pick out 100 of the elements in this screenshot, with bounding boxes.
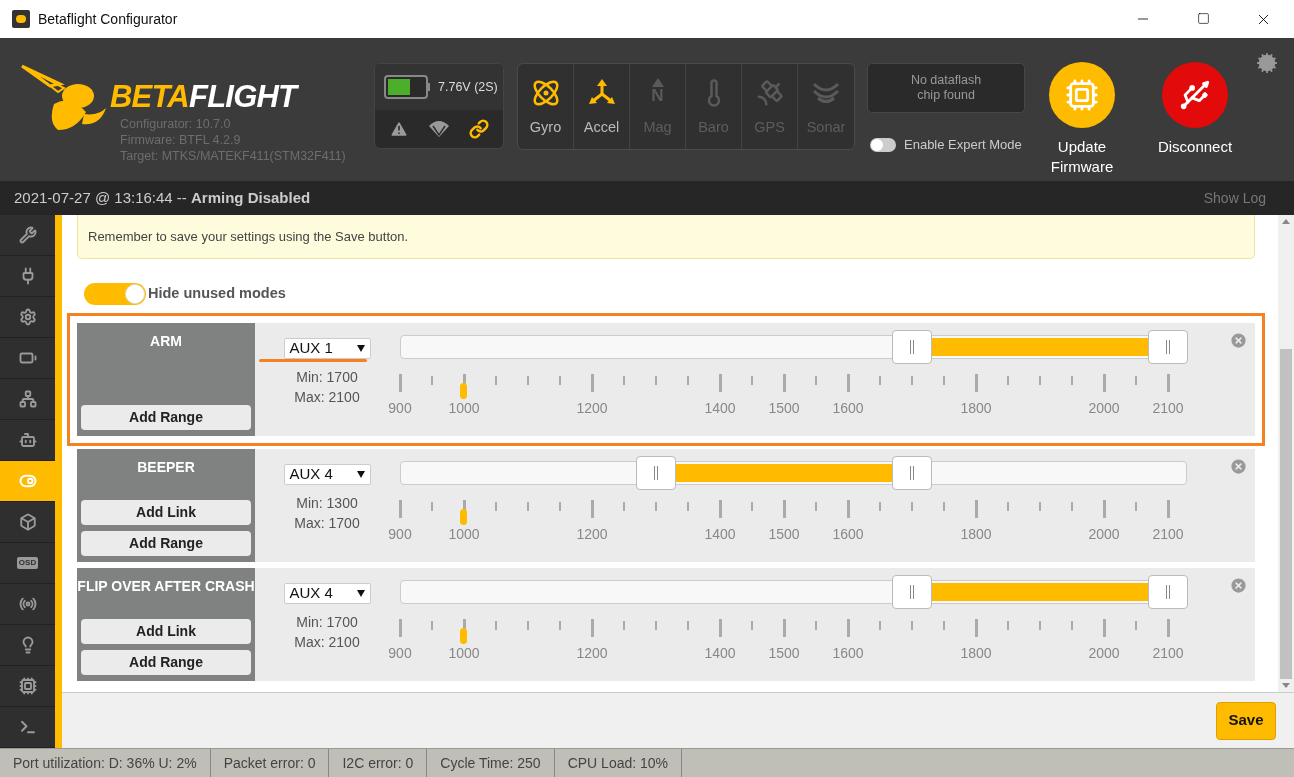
remove-icon[interactable] — [1229, 457, 1248, 476]
slider-handle[interactable] — [892, 330, 932, 364]
add-button[interactable]: Add Range — [81, 531, 251, 556]
scale-label: 1500 — [767, 399, 801, 418]
scale-label: 900 — [387, 525, 413, 544]
motor-icon — [18, 513, 37, 531]
scale-label: 1000 — [447, 644, 481, 663]
scale-label: 900 — [387, 399, 413, 418]
add-button[interactable]: Add Range — [81, 650, 251, 675]
min-value: Min: 1700 — [296, 368, 358, 387]
max-value: Max: 2100 — [294, 633, 360, 652]
sensor-indicator: Accel — [574, 64, 630, 149]
slider-handle[interactable] — [635, 456, 676, 490]
scale-label: 2000 — [1087, 525, 1121, 544]
dataflash-status: No dataflash chip found — [867, 63, 1025, 113]
mode-name: ARM — [150, 332, 182, 351]
scale-label: 2000 — [1087, 399, 1121, 418]
atom-icon — [530, 78, 561, 108]
scale-label: 900 — [387, 644, 413, 663]
channel-select[interactable]: AUX 1 — [283, 338, 371, 359]
connection-status: 2021-07-27 @ 13:16:44 -- Arming Disabled — [14, 187, 311, 208]
app-icon — [12, 10, 30, 28]
osd-icon: OSD — [16, 557, 39, 569]
status-item: I2C error: 0 — [329, 749, 428, 777]
min-value: Min: 1300 — [296, 494, 358, 513]
scale-label: 1200 — [575, 525, 609, 544]
chip-icon — [18, 677, 37, 695]
warning-icon — [388, 119, 409, 139]
add-button[interactable]: Add Range — [81, 405, 251, 430]
scale-label: 2100 — [1151, 399, 1185, 418]
network-icon — [18, 390, 37, 408]
scale-label: 2000 — [1087, 644, 1121, 663]
hide-unused-switch[interactable] — [84, 283, 146, 305]
radio-icon — [18, 595, 37, 613]
add-button[interactable]: Add Link — [81, 500, 251, 525]
scroll-down-icon[interactable] — [1282, 683, 1290, 688]
channel-select[interactable]: AUX 4 — [283, 583, 371, 604]
scale-label: 1600 — [831, 644, 865, 663]
mode-name: FLIP OVER AFTER CRASH — [77, 577, 255, 596]
scale-label: 2100 — [1151, 644, 1185, 663]
max-value: Max: 2100 — [294, 388, 360, 407]
status-item: Port utilization: D: 36% U: 2% — [0, 749, 211, 777]
channel-select[interactable]: AUX 4 — [283, 464, 371, 485]
robot-icon — [18, 431, 37, 449]
logo-text: BETA — [110, 81, 189, 112]
maximize-icon[interactable] — [1197, 11, 1210, 25]
scale-label: 1600 — [831, 399, 865, 418]
status-item: Cycle Time: 250 — [427, 749, 555, 777]
sidebar-item[interactable] — [0, 461, 55, 502]
scale-label: 1400 — [703, 525, 737, 544]
slider-handle[interactable] — [1148, 330, 1188, 364]
scale-label: 1200 — [575, 644, 609, 663]
logo-text: FLIGHT — [189, 81, 297, 112]
scale-label: 1600 — [831, 525, 865, 544]
disconnect-button[interactable]: Disconnect — [1140, 62, 1250, 157]
slider-handle[interactable] — [892, 575, 932, 609]
wrench-icon — [18, 226, 37, 244]
chip-icon — [1065, 78, 1099, 112]
terminal-icon — [18, 718, 37, 736]
scale-label: 1200 — [575, 399, 609, 418]
scale-label: 1400 — [703, 644, 737, 663]
scroll-up-icon[interactable] — [1282, 219, 1290, 224]
mode-name: BEEPER — [137, 458, 195, 477]
window-title: Betaflight Configurator — [38, 9, 178, 29]
scale-label: 1800 — [959, 525, 993, 544]
hide-unused-label: Hide unused modes — [148, 284, 286, 304]
settings-icon[interactable] — [1256, 52, 1278, 74]
usb-icon — [1178, 78, 1212, 112]
add-button[interactable]: Add Link — [81, 619, 251, 644]
gear-icon — [18, 308, 37, 326]
remove-icon[interactable] — [1229, 331, 1248, 350]
save-button[interactable]: Save — [1216, 701, 1276, 740]
expert-mode-switch[interactable] — [870, 137, 896, 152]
status-item: Packet error: 0 — [210, 749, 330, 777]
caret-icon — [356, 345, 365, 352]
caret-icon — [356, 590, 365, 597]
scale-label: 1000 — [447, 525, 481, 544]
max-value: Max: 1700 — [294, 514, 360, 533]
update-firmware-button[interactable]: Update Firmware — [1027, 62, 1137, 177]
toggles-icon — [18, 472, 37, 490]
notice-banner: Remember to save your settings using the Save button. — [77, 215, 1255, 259]
scrollbar[interactable] — [1278, 215, 1294, 692]
slider-handle[interactable] — [1148, 575, 1188, 609]
link-icon — [469, 119, 490, 139]
caret-icon — [356, 471, 365, 478]
sensor-indicator: Gyro — [518, 64, 574, 149]
scale-label: 1800 — [959, 644, 993, 663]
battery-icon — [384, 75, 432, 99]
parachute-icon — [428, 120, 450, 138]
scale-label: 1500 — [767, 525, 801, 544]
scale-label: 2100 — [1151, 525, 1185, 544]
battery-voltage: 7.76V (2S) — [438, 78, 498, 96]
expert-mode-label: Enable Expert Mode — [904, 136, 1022, 154]
scale-label: 1000 — [447, 399, 481, 418]
status-item: CPU Load: 10% — [554, 749, 683, 777]
scale-label: 1500 — [767, 644, 801, 663]
scale-label: 1800 — [959, 399, 993, 418]
slider-handle[interactable] — [892, 456, 932, 490]
remove-icon[interactable] — [1229, 576, 1248, 595]
min-value: Min: 1700 — [296, 613, 358, 632]
